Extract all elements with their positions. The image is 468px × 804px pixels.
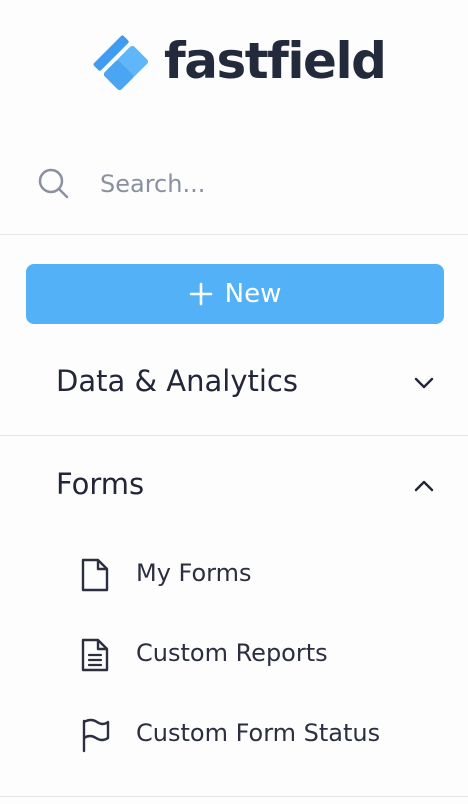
brand-name: fastfield [164,32,387,90]
chevron-up-icon [414,480,434,492]
section-divider [0,796,468,797]
new-button[interactable]: New [26,264,444,324]
nav-section-forms[interactable]: Forms [0,455,468,517]
brand-logo[interactable]: fastfield [92,32,387,94]
search-bar [0,150,468,235]
flag-icon [82,718,110,753]
document-icon [81,558,109,592]
plus-icon [189,282,212,306]
nav-item-label: Custom Form Status [136,719,381,747]
nav-section-title: Forms [56,467,145,501]
new-button-label: New [224,279,282,309]
nav-item-label: Custom Reports [136,639,328,667]
nav-item-my-forms[interactable]: My Forms [0,545,468,605]
section-divider [0,435,468,436]
search-input[interactable] [100,164,430,204]
search-icon[interactable] [36,166,72,202]
fastfield-logo-icon [93,35,149,91]
nav-item-custom-form-status[interactable]: Custom Form Status [0,705,468,765]
nav-section-data-analytics[interactable]: Data & Analytics [0,352,468,414]
nav-item-label: My Forms [136,559,252,587]
nav-item-custom-reports[interactable]: Custom Reports [0,625,468,685]
chevron-down-icon [414,377,434,389]
report-icon [81,638,109,672]
nav-section-title: Data & Analytics [56,364,298,398]
